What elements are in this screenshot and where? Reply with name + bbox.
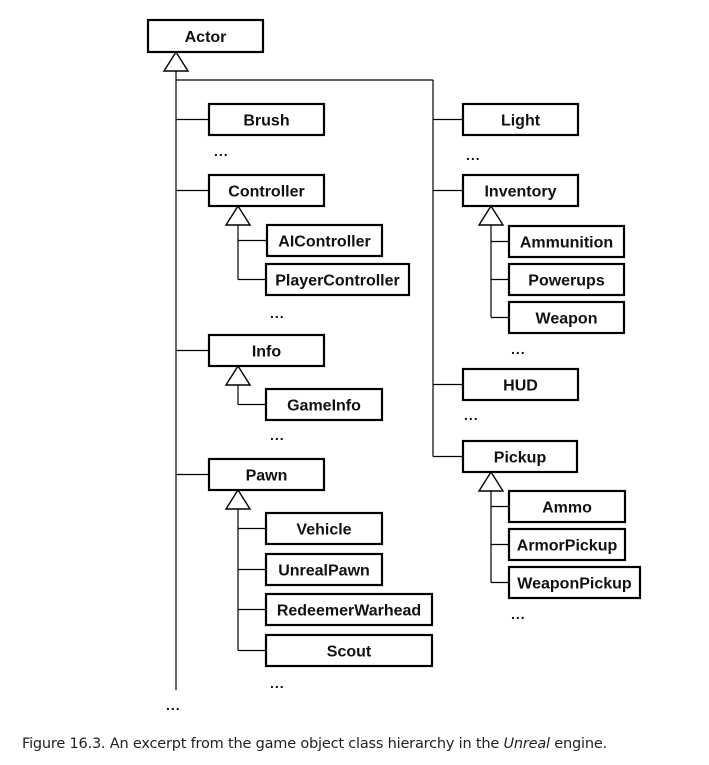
- controller-children-ellipsis: ...: [270, 305, 285, 321]
- class-name-gameinfo: GameInfo: [287, 398, 361, 415]
- class-box-hud: HUD: [461, 367, 580, 402]
- class-box-powerups: Powerups: [507, 262, 626, 297]
- class-name-brush: Brush: [243, 113, 289, 130]
- class-name-weapon: Weapon: [536, 311, 598, 328]
- class-name-playercontroller: PlayerController: [275, 273, 399, 290]
- class-name-powerups: Powerups: [528, 273, 605, 290]
- class-name-redeemerwarhead: RedeemerWarhead: [277, 603, 421, 620]
- class-box-inventory: Inventory: [461, 173, 580, 208]
- class-name-scout: Scout: [327, 644, 372, 661]
- class-box-controller: Controller: [207, 173, 326, 208]
- controller-inheritance-arrow: [224, 204, 252, 226]
- light-sibling-ellipsis: ...: [466, 147, 481, 163]
- class-box-aicontroller: AIController: [265, 223, 384, 258]
- class-box-info: Info: [207, 333, 326, 368]
- class-box-actor: Actor: [146, 18, 265, 54]
- actor-left-more-ellipsis: ...: [166, 697, 181, 713]
- class-box-light: Light: [461, 102, 580, 137]
- class-box-unrealpawn: UnrealPawn: [264, 552, 384, 587]
- class-name-pickup: Pickup: [494, 450, 547, 467]
- class-box-vehicle: Vehicle: [264, 511, 384, 546]
- pickup-inheritance-arrow: [477, 470, 505, 492]
- pickup-children-ellipsis: ...: [511, 606, 526, 622]
- info-children-ellipsis: ...: [270, 427, 285, 443]
- class-name-actor: Actor: [185, 29, 227, 46]
- class-box-gameinfo: GameInfo: [264, 387, 384, 422]
- figure-caption: Figure 16.3. An excerpt from the game ob…: [22, 736, 607, 752]
- class-name-ammunition: Ammunition: [520, 235, 613, 252]
- class-box-playercontroller: PlayerController: [264, 262, 411, 297]
- caption-suffix: engine.: [549, 736, 607, 752]
- class-box-weaponpickup: WeaponPickup: [507, 565, 642, 600]
- hud-sibling-ellipsis: ...: [464, 407, 479, 423]
- class-box-scout: Scout: [264, 633, 434, 668]
- class-name-hud: HUD: [503, 378, 538, 395]
- class-name-armorpickup: ArmorPickup: [517, 538, 618, 555]
- class-box-armorpickup: ArmorPickup: [507, 527, 627, 562]
- actor-inheritance-arrow: [162, 50, 190, 72]
- pawn-inheritance-arrow: [224, 488, 252, 510]
- class-box-ammo: Ammo: [507, 489, 627, 524]
- class-name-info: Info: [252, 344, 282, 361]
- class-name-weaponpickup: WeaponPickup: [517, 576, 632, 593]
- class-box-weapon: Weapon: [507, 300, 626, 335]
- caption-prefix: Figure 16.3. An excerpt from the game ob…: [22, 736, 504, 752]
- class-name-pawn: Pawn: [246, 468, 288, 485]
- inventory-inheritance-arrow: [477, 204, 505, 226]
- class-name-unrealpawn: UnrealPawn: [278, 563, 370, 580]
- brush-sibling-ellipsis: ...: [214, 143, 229, 159]
- class-box-redeemerwarhead: RedeemerWarhead: [264, 592, 434, 627]
- caption-emphasis: Unreal: [503, 736, 550, 752]
- inventory-children-ellipsis: ...: [511, 341, 526, 357]
- class-name-aicontroller: AIController: [278, 234, 370, 251]
- class-box-ammunition: Ammunition: [507, 224, 626, 259]
- class-name-controller: Controller: [228, 184, 304, 201]
- class-name-inventory: Inventory: [484, 184, 556, 201]
- class-box-pawn: Pawn: [207, 457, 326, 492]
- class-hierarchy-diagram: Actor Brush Controller AIController PlayerCo…: [146, 18, 642, 713]
- class-box-pickup: Pickup: [461, 439, 579, 474]
- class-name-vehicle: Vehicle: [296, 522, 351, 539]
- class-boxes: Actor Brush Controller AIController PlayerCo…: [146, 18, 642, 668]
- pawn-children-ellipsis: ...: [270, 675, 285, 691]
- class-name-ammo: Ammo: [542, 500, 592, 517]
- info-inheritance-arrow: [224, 364, 252, 386]
- class-box-brush: Brush: [207, 102, 326, 137]
- class-name-light: Light: [501, 113, 541, 130]
